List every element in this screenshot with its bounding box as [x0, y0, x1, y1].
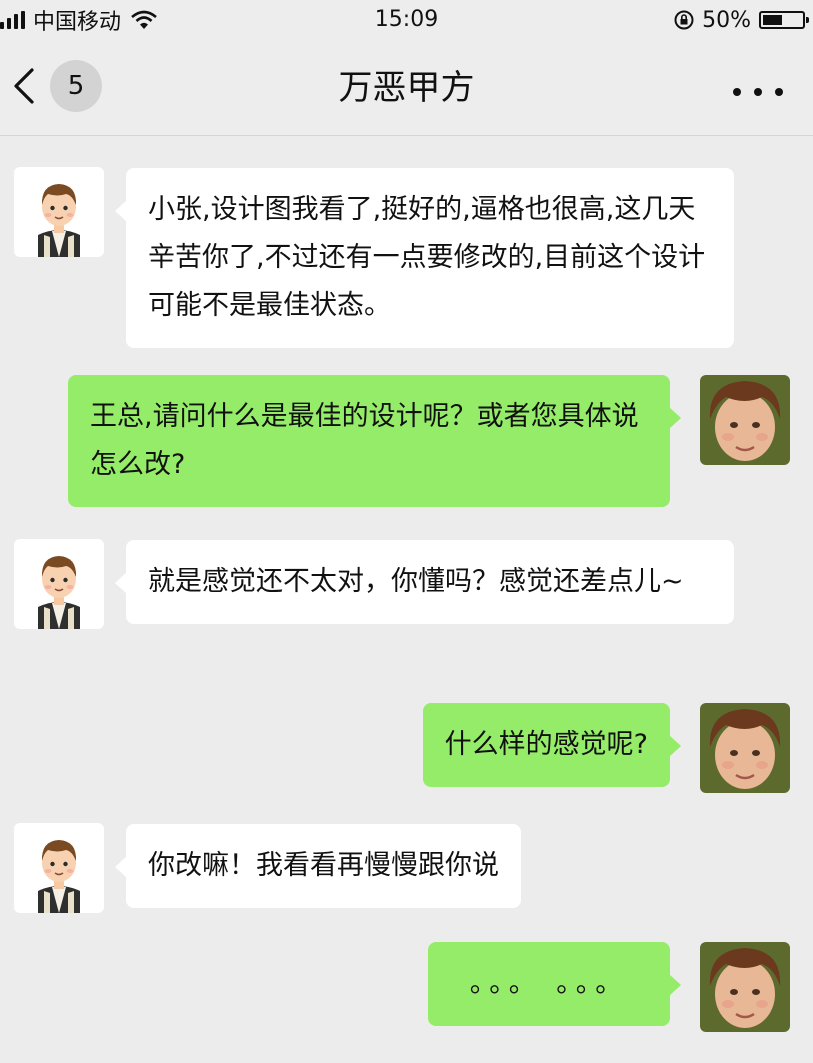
chat-header: 5 万恶甲方	[0, 40, 813, 136]
more-dots-icon[interactable]	[733, 72, 783, 112]
unread-count-badge: 5	[50, 60, 102, 112]
message-text: 小张,设计图我看了,挺好的,逼格也很高,这几天辛苦你了,不过还有一点要修改的,目…	[148, 194, 706, 321]
message-bubble[interactable]: 王总,请问什么是最佳的设计呢？或者您具体说怎么改?	[68, 375, 681, 507]
message-bubble[interactable]: 就是感觉还不太对，你懂吗？感觉还差点儿~	[115, 540, 734, 624]
status-right: 50%	[674, 4, 809, 36]
back-button[interactable]: 5	[10, 58, 102, 114]
photo-boy-avatar[interactable]	[700, 375, 790, 465]
chevron-left-icon	[14, 68, 34, 104]
message-text: 就是感觉还不太对，你懂吗？感觉还差点儿~	[148, 566, 684, 597]
battery-percent: 50%	[702, 7, 751, 33]
message-bubble[interactable]: 什么样的感觉呢?	[422, 703, 682, 787]
cartoon-boy-avatar[interactable]	[14, 539, 104, 629]
cartoon-boy-avatar[interactable]	[14, 167, 104, 257]
message-text: 什么样的感觉呢?	[444, 729, 648, 760]
chat-title: 万恶甲方	[338, 68, 475, 108]
message-text: 。。。 。。。	[469, 968, 629, 999]
message-text: 王总,请问什么是最佳的设计呢？或者您具体说怎么改?	[90, 401, 639, 480]
battery-icon	[759, 11, 809, 29]
message-bubble[interactable]: 。。。 。。。	[428, 942, 681, 1026]
photo-boy-avatar[interactable]	[700, 703, 790, 793]
photo-boy-avatar[interactable]	[700, 942, 790, 1032]
message-list: 小张,设计图我看了,挺好的,逼格也很高,这几天辛苦你了,不过还有一点要修改的,目…	[0, 137, 813, 1063]
cartoon-boy-avatar[interactable]	[14, 823, 104, 913]
battery-fill	[763, 15, 782, 25]
message-bubble[interactable]: 你改嘛！我看看再慢慢跟你说	[115, 824, 521, 908]
status-bar: 中国移动 15:09 50%	[0, 0, 813, 40]
orientation-lock-icon	[674, 10, 694, 30]
message-text: 你改嘛！我看看再慢慢跟你说	[148, 850, 499, 881]
message-bubble[interactable]: 小张,设计图我看了,挺好的,逼格也很高,这几天辛苦你了,不过还有一点要修改的,目…	[115, 168, 734, 348]
